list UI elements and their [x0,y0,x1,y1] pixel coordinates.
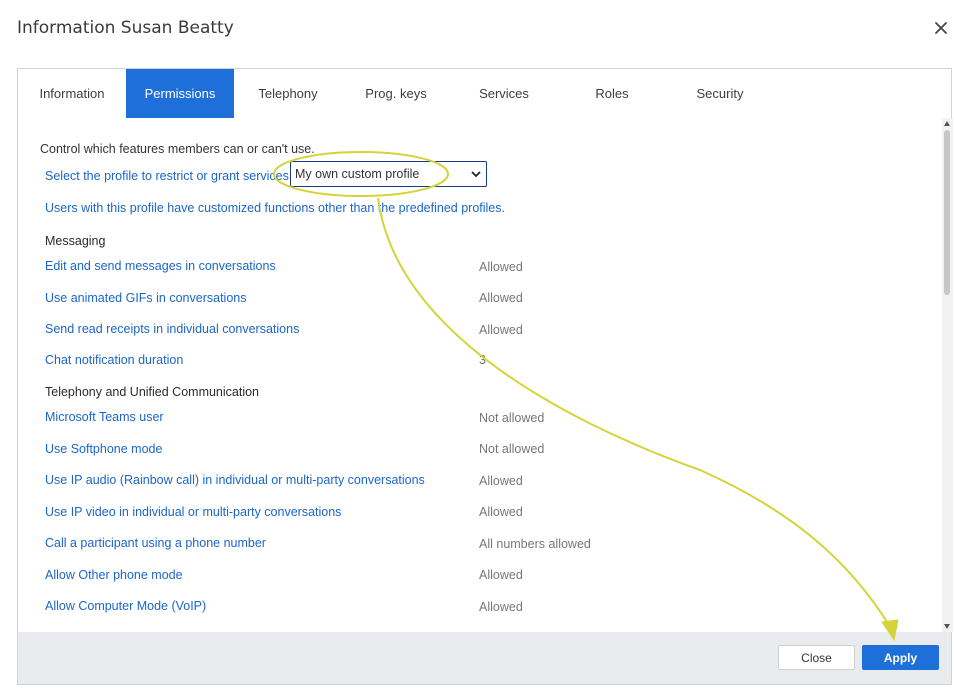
permission-label[interactable]: Edit and send messages in conversations [45,259,276,273]
dialog-body: Information Permissions Telephony Prog. … [17,68,953,685]
dialog-title: Information Susan Beatty [17,18,234,38]
tab-services[interactable]: Services [450,69,558,118]
profile-select[interactable]: My own custom profile [290,161,487,187]
scroll-down-arrow-icon[interactable] [944,624,950,629]
scroll-up-arrow-icon[interactable] [944,121,950,126]
section-title-telephony: Telephony and Unified Communication [45,385,260,399]
profile-select-value: My own custom profile [295,167,420,181]
close-button[interactable]: Close [778,645,855,670]
dialog-footer: Close Apply [18,632,951,684]
tab-permissions[interactable]: Permissions [126,69,234,118]
tab-prog-keys[interactable]: Prog. keys [342,69,450,118]
scroll-thumb[interactable] [944,130,950,295]
permission-label[interactable]: Microsoft Teams user [45,410,164,424]
tab-bar: Information Permissions Telephony Prog. … [18,69,951,119]
close-icon[interactable] [932,19,950,37]
apply-button[interactable]: Apply [862,645,939,670]
permission-label[interactable]: Call a participant using a phone number [45,536,266,550]
permission-label[interactable]: Allow Other phone mode [45,568,183,582]
tab-roles[interactable]: Roles [558,69,666,118]
permission-label[interactable]: Use animated GIFs in conversations [45,291,246,305]
permission-label[interactable]: Send read receipts in individual convers… [45,322,299,336]
permission-label[interactable]: Use IP audio (Rainbow call) in individua… [45,473,425,487]
permission-label[interactable]: Use Softphone mode [45,442,162,456]
profile-note: Users with this profile have customized … [45,201,505,215]
chevron-down-icon [471,171,481,178]
permission-value: All numbers allowed [479,537,591,551]
permission-value: Allowed [479,600,523,614]
permission-value: Allowed [479,260,523,274]
permissions-panel: Control which features members can or ca… [18,118,942,632]
permission-value: Allowed [479,291,523,305]
tab-security[interactable]: Security [666,69,774,118]
tab-telephony[interactable]: Telephony [234,69,342,118]
permission-value: Not allowed [479,442,545,456]
permission-value: Allowed [479,505,523,519]
tab-information[interactable]: Information [18,69,126,118]
permission-label[interactable]: Use IP video in individual or multi-part… [45,505,341,519]
permission-value: 3 [479,353,486,367]
permission-value: Allowed [479,568,523,582]
section-title-messaging: Messaging [45,234,106,248]
permission-value: Not allowed [479,411,545,425]
permission-value: Allowed [479,474,523,488]
intro-text: Control which features members can or ca… [40,142,315,156]
permission-value: Allowed [479,323,523,337]
permission-label[interactable]: Chat notification duration [45,353,183,367]
permission-label[interactable]: Allow Computer Mode (VoIP) [45,599,206,613]
profile-prompt: Select the profile to restrict or grant … [45,169,289,183]
vertical-scrollbar[interactable] [942,118,953,632]
